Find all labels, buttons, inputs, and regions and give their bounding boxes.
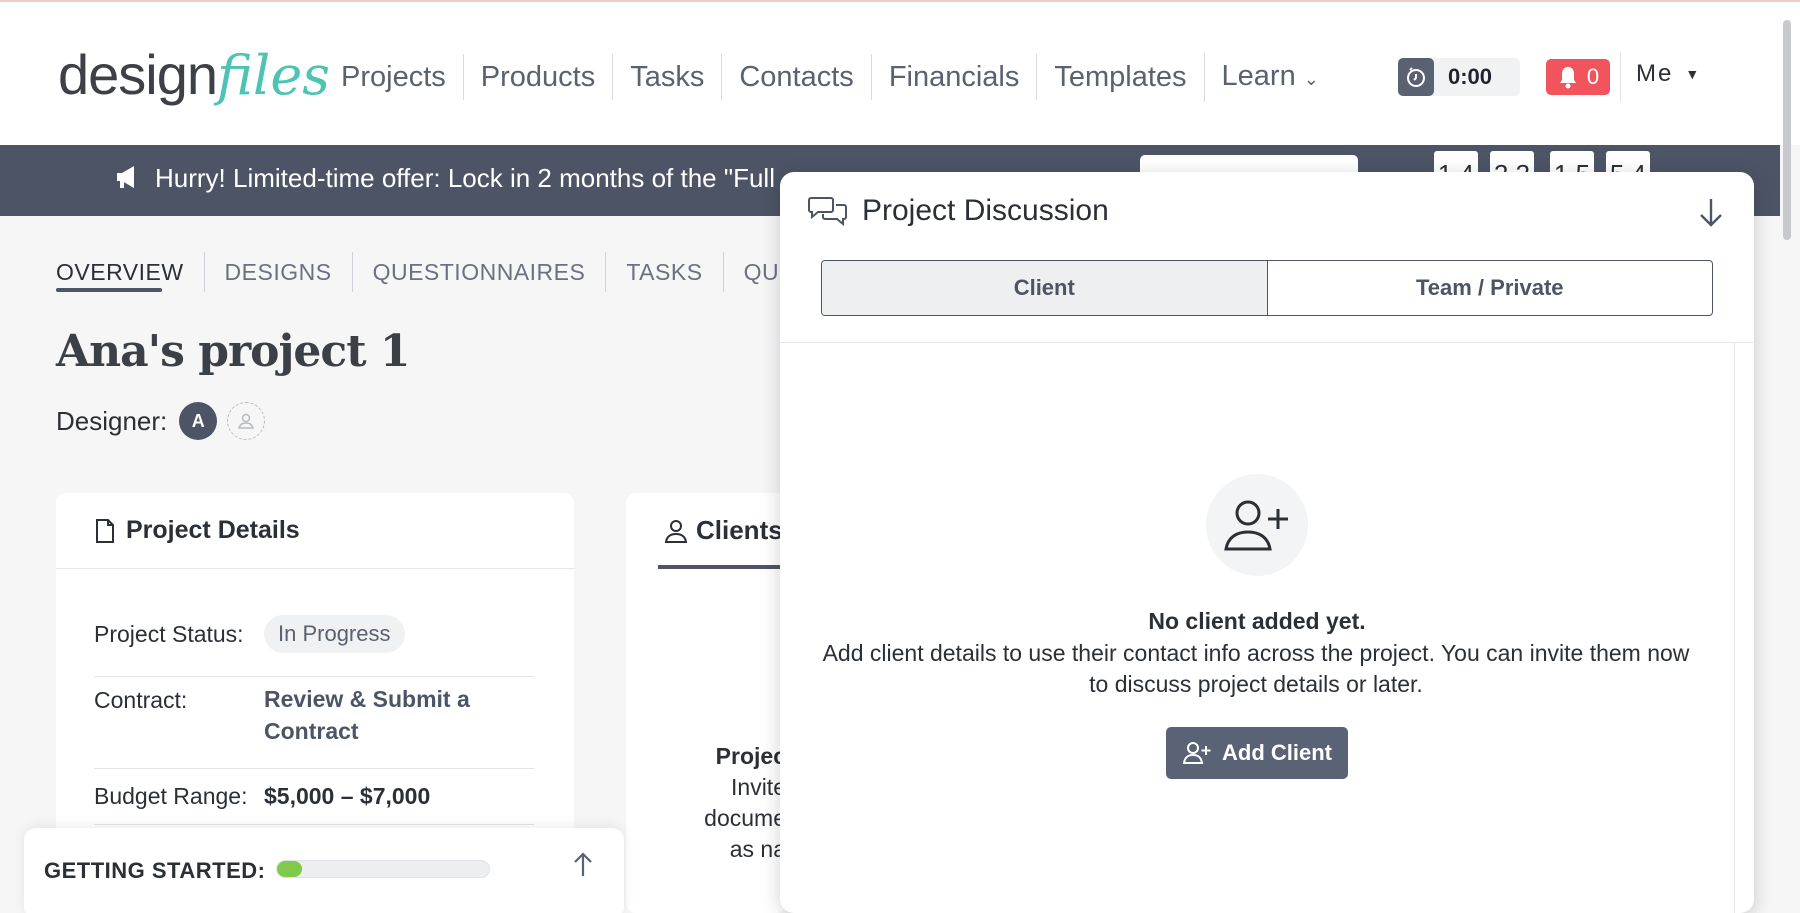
add-client-button[interactable]: Add Client xyxy=(1166,727,1348,779)
panel-title: Project Discussion xyxy=(862,194,1109,227)
nav-financials[interactable]: Financials xyxy=(870,54,1037,100)
chevron-down-icon: ⌄ xyxy=(1303,68,1319,89)
tab-client[interactable]: Client xyxy=(822,261,1268,315)
nav-projects[interactable]: Projects xyxy=(324,54,463,100)
logo-text-files: files xyxy=(217,44,330,107)
promo-text: Hurry! Limited-time offer: Lock in 2 mon… xyxy=(155,163,775,193)
document-icon xyxy=(96,518,114,543)
progress-fill xyxy=(277,861,303,877)
megaphone-icon xyxy=(117,166,134,188)
caret-down-icon: ▼ xyxy=(1685,66,1700,82)
clients-tab-indicator xyxy=(658,565,786,569)
getting-started-label: GETTING STARTED: xyxy=(44,858,266,883)
tab-team-private[interactable]: Team / Private xyxy=(1268,261,1713,315)
tab-designs[interactable]: DESIGNS xyxy=(203,252,352,292)
empty-state-description: Add client details to use their contact … xyxy=(822,640,1690,697)
clients-empty-title: Projec xyxy=(715,743,786,769)
arrow-down-icon[interactable] xyxy=(1698,196,1724,228)
logo-text-design: design xyxy=(58,43,218,106)
contract-row: Contract: Review & Submit a Contract xyxy=(94,683,534,769)
time-tracker[interactable]: 0:00 xyxy=(1398,58,1520,96)
budget-value: $5,000 – $7,000 xyxy=(264,783,431,809)
empty-state-title: No client added yet. xyxy=(1148,608,1366,634)
notifications-button[interactable]: 0 xyxy=(1546,59,1610,95)
nav-products[interactable]: Products xyxy=(462,54,612,100)
clients-tab[interactable]: Clients xyxy=(664,515,783,546)
tab-tasks[interactable]: TASKS xyxy=(605,252,722,292)
getting-started-bar[interactable]: GETTING STARTED: xyxy=(24,828,624,913)
project-discussion-panel: Project Discussion Client Team / Private… xyxy=(780,172,1754,913)
panel-divider xyxy=(780,342,1754,343)
clients-empty-text: docume xyxy=(704,805,786,831)
active-tab-indicator xyxy=(56,288,162,292)
clients-empty-text: Invite xyxy=(731,774,786,800)
getting-started-progress xyxy=(276,860,490,878)
designer-label: Designer: xyxy=(56,405,168,436)
project-details-header: Project Details xyxy=(56,493,574,569)
nav-divider xyxy=(1620,52,1621,102)
main-nav-links: Projects Products Tasks Contacts Financi… xyxy=(324,52,1336,102)
add-user-icon xyxy=(1182,742,1211,764)
status-label: Project Status: xyxy=(94,621,244,647)
user-icon xyxy=(664,519,688,543)
add-client-label: Add Client xyxy=(1222,740,1332,765)
project-details-title: Project Details xyxy=(126,516,300,544)
notification-count: 0 xyxy=(1586,64,1600,89)
tab-questionnaires[interactable]: QUESTIONNAIRES xyxy=(351,252,606,292)
designfiles-logo[interactable]: designfiles xyxy=(58,42,330,107)
add-user-icon xyxy=(1206,474,1308,576)
panel-header: Project Discussion xyxy=(808,194,1109,228)
clients-empty-text: as na xyxy=(729,836,786,862)
contract-link[interactable]: Review & Submit a Contract xyxy=(264,683,484,747)
clients-card: Clients Projec Invite docume as na xyxy=(626,493,786,913)
nav-tasks[interactable]: Tasks xyxy=(612,54,721,100)
chat-bubbles-icon xyxy=(808,197,847,227)
clients-tab-label: Clients xyxy=(696,515,783,545)
user-menu[interactable]: Me ▼ xyxy=(1636,60,1699,88)
nav-contacts[interactable]: Contacts xyxy=(721,54,870,100)
nav-templates[interactable]: Templates xyxy=(1036,54,1203,100)
designer-row: Designer: A xyxy=(56,402,266,440)
tab-overview[interactable]: OVERVIEW xyxy=(56,252,204,292)
top-navigation: designfiles Projects Products Tasks Cont… xyxy=(0,0,1800,145)
status-badge[interactable]: In Progress xyxy=(264,615,405,653)
timer-value: 0:00 xyxy=(1448,64,1493,89)
project-title: Ana's project 1 xyxy=(56,326,410,377)
page-scrollbar[interactable] xyxy=(1783,20,1791,240)
add-designer-button[interactable] xyxy=(227,402,266,440)
panel-scrollbar[interactable] xyxy=(1734,342,1735,913)
project-tabs: OVERVIEW DESIGNS QUESTIONNAIRES TASKS QU… xyxy=(56,252,864,292)
stopwatch-icon xyxy=(1398,58,1434,96)
budget-row: Budget Range: $5,000 – $7,000 xyxy=(94,775,534,825)
status-row: Project Status: In Progress xyxy=(94,615,534,677)
bell-icon xyxy=(1559,67,1576,89)
nav-learn-label: Learn xyxy=(1221,59,1296,92)
nav-learn[interactable]: Learn ⌄ xyxy=(1203,52,1336,102)
user-icon xyxy=(238,413,255,429)
budget-label: Budget Range: xyxy=(94,783,248,809)
discussion-tabs: Client Team / Private xyxy=(821,260,1713,316)
designer-avatar[interactable]: A xyxy=(179,402,218,440)
contract-label: Contract: xyxy=(94,687,188,713)
user-menu-label: Me xyxy=(1636,60,1674,87)
arrow-up-icon[interactable] xyxy=(572,850,594,878)
